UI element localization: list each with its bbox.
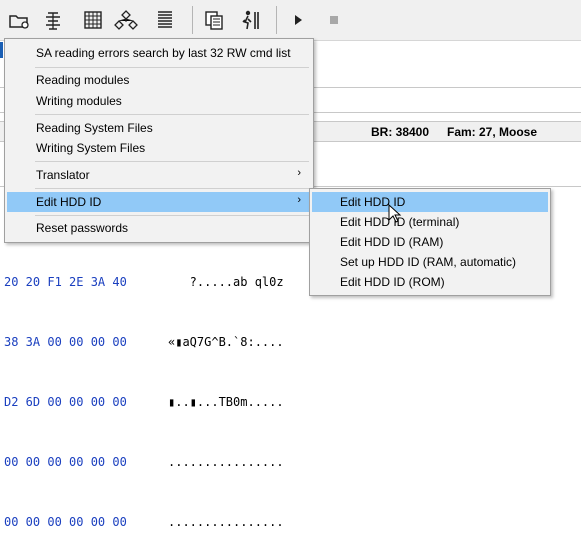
menu-separator	[35, 188, 309, 189]
submenu-edit-hdd-id: Edit HDD ID Edit HDD ID (terminal) Edit …	[309, 188, 551, 296]
chevron-right-icon: ›	[297, 194, 301, 206]
menu-item-edit-hdd-id[interactable]: Edit HDD ID ›	[7, 192, 311, 212]
copy-icon[interactable]	[201, 7, 227, 33]
ascii-row: ▮..▮...TB0m.....	[168, 395, 284, 409]
hex-row: D2 6D 00 00 00 00	[4, 395, 127, 409]
hex-row: 00 00 00 00 00 00	[4, 515, 127, 529]
ascii-row: ?.....ab ql0z	[168, 275, 284, 289]
submenu-item-label: Edit HDD ID (ROM)	[340, 275, 445, 289]
menu-separator	[35, 215, 309, 216]
person-exit-icon[interactable]	[238, 7, 264, 33]
hex-row: 20 20 F1 2E 3A 40	[4, 275, 127, 289]
play-icon[interactable]	[285, 7, 311, 33]
context-menu: SA reading errors search by last 32 RW c…	[4, 38, 314, 243]
menu-item-label: Translator	[36, 168, 90, 182]
chevron-right-icon: ›	[297, 167, 301, 179]
hex-dump: 20 20 F1 2E 3A 40 38 3A 00 00 00 00 D2 6…	[4, 232, 127, 552]
menu-item-sa-reading-errors[interactable]: SA reading errors search by last 32 RW c…	[7, 43, 311, 63]
menu-separator	[35, 161, 309, 162]
menu-item-label: Writing System Files	[36, 141, 146, 155]
menu-item-reading-modules[interactable]: Reading modules	[7, 70, 311, 90]
hex-row: 00 00 00 00 00 00	[4, 455, 127, 469]
mouse-cursor-icon	[388, 203, 402, 224]
ascii-row: «▮aQ7G^B.`8:....	[168, 335, 284, 349]
menu-item-reset-passwords[interactable]: Reset passwords	[7, 218, 311, 238]
folder-gear-icon[interactable]	[6, 7, 32, 33]
menu-item-writing-system-files[interactable]: Writing System Files	[7, 138, 311, 158]
menu-item-label: Reading modules	[36, 73, 130, 87]
menu-item-reading-system-files[interactable]: Reading System Files	[7, 118, 311, 138]
ascii-row: ................	[168, 515, 284, 529]
menu-item-label: Reset passwords	[36, 221, 129, 235]
ascii-dump: ?.....ab ql0z «▮aQ7G^B.`8:.... ▮..▮...TB…	[168, 232, 284, 552]
submenu-item-setup-hdd-id-ram-auto[interactable]: Set up HDD ID (RAM, automatic)	[312, 252, 548, 272]
list-icon[interactable]	[152, 7, 178, 33]
chip-icon[interactable]	[40, 7, 66, 33]
submenu-item-label: Set up HDD ID (RAM, automatic)	[340, 255, 517, 269]
menu-item-label: Writing modules	[36, 94, 122, 108]
hex-row: 38 3A 00 00 00 00	[4, 335, 127, 349]
menu-item-label: Reading System Files	[36, 121, 153, 135]
menu-item-label: SA reading errors search by last 32 RW c…	[36, 46, 291, 60]
grid-icon[interactable]	[80, 7, 106, 33]
toolbar	[0, 0, 581, 41]
panel-marker	[0, 42, 3, 58]
baud-rate-label: BR: 38400	[371, 125, 430, 139]
menu-item-writing-modules[interactable]: Writing modules	[7, 91, 311, 111]
submenu-item-edit-hdd-id-terminal[interactable]: Edit HDD ID (terminal)	[312, 212, 548, 232]
menu-item-translator[interactable]: Translator ›	[7, 165, 311, 185]
menu-separator	[35, 67, 309, 68]
submenu-item-edit-hdd-id-rom[interactable]: Edit HDD ID (ROM)	[312, 272, 548, 292]
network-icon[interactable]	[113, 7, 139, 33]
submenu-item-edit-hdd-id-ram[interactable]: Edit HDD ID (RAM)	[312, 232, 548, 252]
menu-separator	[35, 114, 309, 115]
family-label: Fam: 27, Moose	[447, 125, 538, 139]
stop-icon[interactable]	[321, 7, 347, 33]
submenu-item-edit-hdd-id[interactable]: Edit HDD ID	[312, 192, 548, 212]
ascii-row: ................	[168, 455, 284, 469]
submenu-item-label: Edit HDD ID (RAM)	[340, 235, 444, 249]
menu-item-label: Edit HDD ID	[36, 195, 102, 209]
